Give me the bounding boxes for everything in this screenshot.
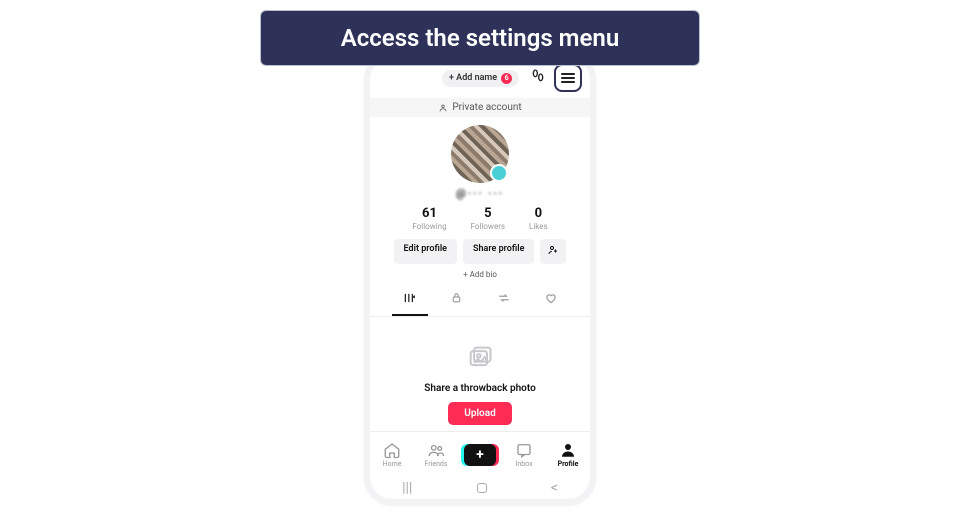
inbox-icon xyxy=(515,441,533,459)
repost-icon xyxy=(497,291,511,305)
nav-friends-label: Friends xyxy=(425,460,448,468)
instruction-text: Access the settings menu xyxy=(341,24,619,52)
profile-icon xyxy=(559,441,577,459)
stat-following[interactable]: 61 Following xyxy=(412,206,446,231)
lock-icon xyxy=(450,291,463,304)
empty-state: Share a throwback photo Upload xyxy=(370,317,590,431)
stat-likes[interactable]: 0 Likes xyxy=(529,206,548,231)
stat-followers[interactable]: 5 Followers xyxy=(471,206,505,231)
upload-button[interactable]: Upload xyxy=(448,402,511,425)
back-button[interactable]: < xyxy=(551,480,558,496)
tab-reposts[interactable] xyxy=(486,291,522,316)
hamburger-menu-button[interactable] xyxy=(554,64,582,92)
stat-followers-value: 5 xyxy=(471,206,505,221)
person-icon xyxy=(438,103,448,113)
stat-following-label: Following xyxy=(412,222,446,231)
feed-icon xyxy=(403,291,417,305)
share-profile-button[interactable]: Share profile xyxy=(463,239,534,264)
private-account-banner[interactable]: Private account xyxy=(370,98,590,117)
avatar[interactable] xyxy=(451,125,509,183)
nav-home-label: Home xyxy=(383,460,402,468)
username: @··· ··· xyxy=(370,187,590,200)
nav-friends[interactable]: Friends xyxy=(414,432,458,477)
friends-icon xyxy=(427,441,445,459)
plus-icon: + xyxy=(476,447,484,463)
add-name-chip[interactable]: + Add name 6 xyxy=(442,70,519,87)
phone-frame: + Add name 6 Private account @··· ··· xyxy=(364,52,596,505)
nav-profile-label: Profile xyxy=(558,460,579,468)
nav-profile[interactable]: Profile xyxy=(546,432,590,477)
stat-following-value: 61 xyxy=(412,206,446,221)
tab-feed[interactable] xyxy=(392,291,428,316)
tab-liked[interactable] xyxy=(533,291,569,316)
add-name-badge: 6 xyxy=(501,73,512,84)
stat-likes-value: 0 xyxy=(529,206,548,221)
heart-icon xyxy=(544,291,558,305)
footprints-icon[interactable] xyxy=(530,68,546,88)
home-icon xyxy=(383,441,401,459)
add-friend-button[interactable] xyxy=(540,239,566,264)
nav-inbox[interactable]: Inbox xyxy=(502,432,546,477)
nav-create[interactable]: + xyxy=(458,432,502,477)
stat-followers-label: Followers xyxy=(471,222,505,231)
stats-row: 61 Following 5 Followers 0 Likes xyxy=(370,206,590,231)
system-nav: ||| < xyxy=(370,477,590,499)
content-tabs xyxy=(370,291,590,316)
photos-icon xyxy=(466,343,494,375)
profile-buttons: Edit profile Share profile xyxy=(370,239,590,264)
nav-home[interactable]: Home xyxy=(370,432,414,477)
tab-private[interactable] xyxy=(439,291,475,316)
instruction-banner: Access the settings menu xyxy=(260,10,700,66)
hamburger-icon xyxy=(561,73,575,83)
add-bio-button[interactable]: + Add bio xyxy=(370,270,590,279)
home-button[interactable] xyxy=(477,483,487,493)
private-account-label: Private account xyxy=(452,102,521,113)
recents-button[interactable]: ||| xyxy=(402,480,412,496)
create-button: + xyxy=(464,444,496,466)
screen: + Add name 6 Private account @··· ··· xyxy=(370,58,590,499)
empty-state-title: Share a throwback photo xyxy=(424,383,535,394)
bottom-nav: Home Friends + Inbox Profile xyxy=(370,431,590,477)
add-name-label: + Add name xyxy=(449,73,497,83)
add-friend-icon xyxy=(547,244,559,256)
stat-likes-label: Likes xyxy=(529,222,548,231)
edit-profile-button[interactable]: Edit profile xyxy=(394,239,457,264)
avatar-container xyxy=(370,125,590,183)
nav-inbox-label: Inbox xyxy=(515,460,532,468)
